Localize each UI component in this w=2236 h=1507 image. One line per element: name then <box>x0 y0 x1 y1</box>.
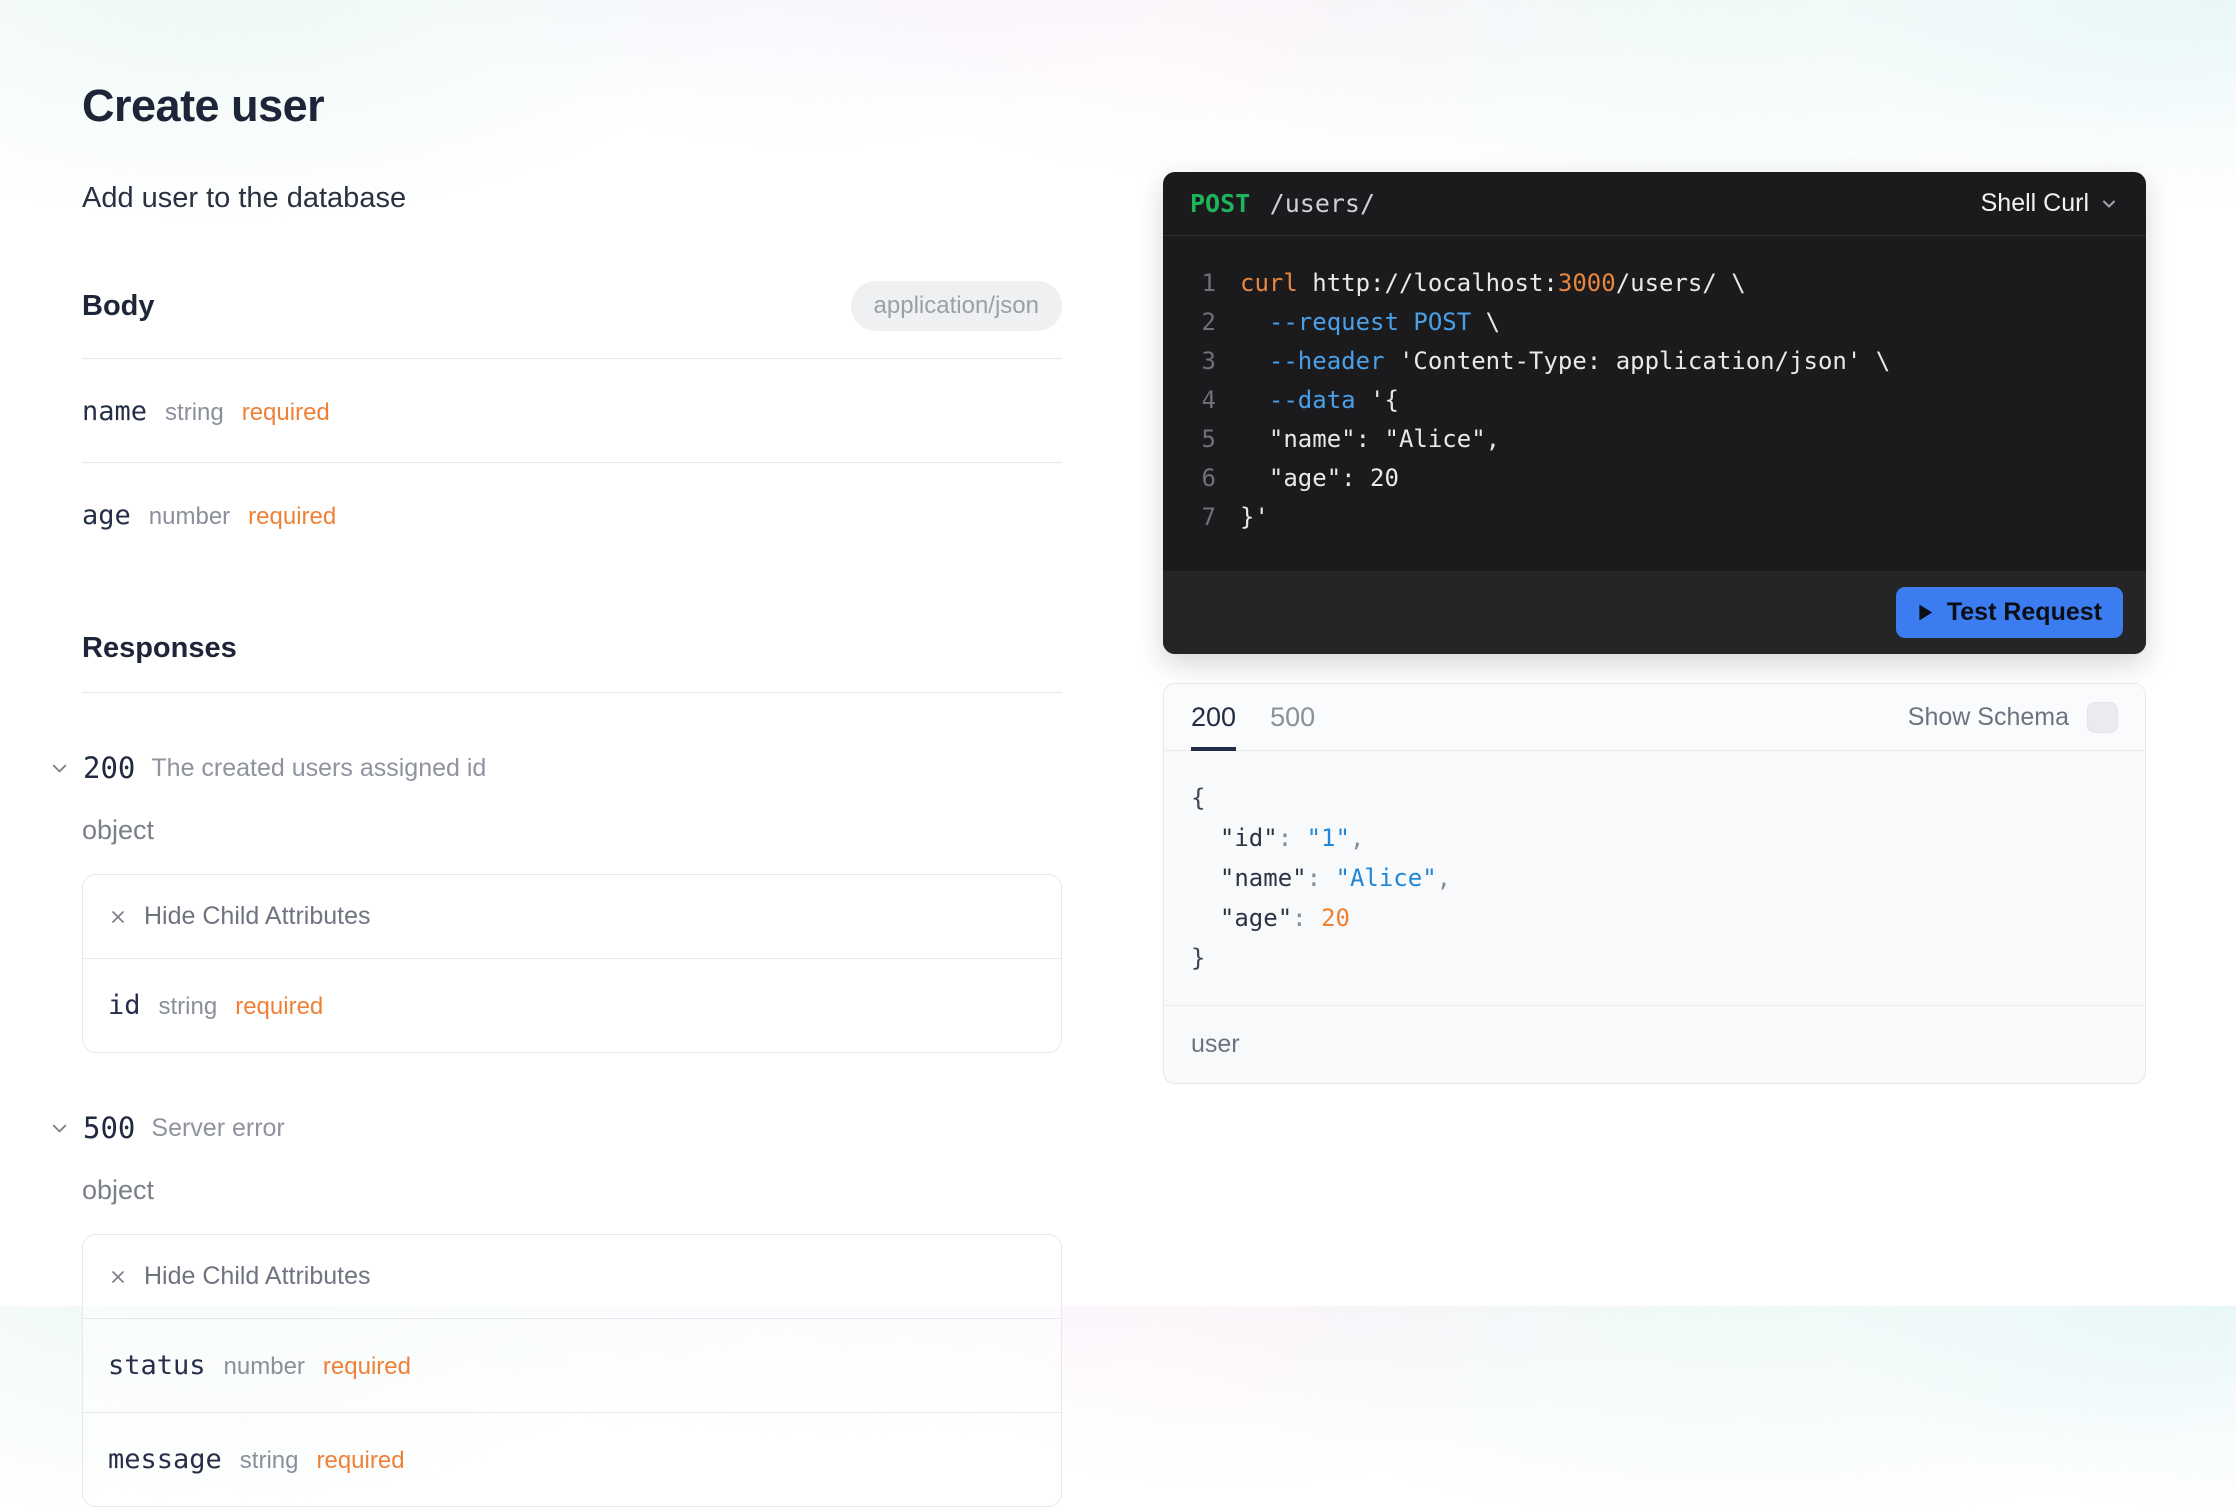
request-example-panel: POST /users/ Shell Curl 1curl http://loc… <box>1163 172 2146 654</box>
schema-field-row: message string required <box>83 1413 1061 1506</box>
responses-section-heading: Responses <box>82 632 237 665</box>
field-required-flag: required <box>323 1353 411 1381</box>
show-schema-toggle[interactable] <box>2087 702 2118 733</box>
json-line: } <box>1191 938 2118 978</box>
code-line: 1curl http://localhost:3000/users/ \ <box>1190 264 2119 303</box>
field-name: status <box>108 1350 206 1381</box>
field-required-flag: required <box>316 1447 404 1475</box>
response-example-header: 200 500 Show Schema <box>1164 684 2145 751</box>
response-code: 500 <box>83 1111 135 1145</box>
response-group-200: 200 The created users assigned id object Hi… <box>82 733 1062 1053</box>
hide-child-attributes-label: Hide Child Attributes <box>144 902 371 931</box>
json-line: { <box>1191 778 2118 818</box>
json-line: "id": "1", <box>1191 818 2118 858</box>
language-selector-label: Shell Curl <box>1981 189 2089 218</box>
chevron-down-icon <box>48 757 71 780</box>
field-type: string <box>165 399 224 427</box>
line-number: 3 <box>1190 342 1216 381</box>
show-schema-label: Show Schema <box>1908 703 2069 732</box>
body-section-heading: Body <box>82 290 155 323</box>
field-required-flag: required <box>248 503 336 531</box>
field-type: number <box>149 503 230 531</box>
field-name: id <box>108 990 141 1021</box>
json-line: "age": 20 <box>1191 898 2118 938</box>
divider <box>82 692 1062 693</box>
try-it-column: POST /users/ Shell Curl 1curl http://loc… <box>1163 172 2146 1084</box>
field-name: age <box>82 500 131 531</box>
test-request-label: Test Request <box>1947 598 2102 627</box>
json-line: "name": "Alice", <box>1191 858 2118 898</box>
hide-child-attributes-label: Hide Child Attributes <box>144 1262 371 1291</box>
code-line: 7}' <box>1190 498 2119 537</box>
content-type-badge: application/json <box>851 281 1062 331</box>
body-field-row: name string required <box>82 359 1062 463</box>
page-description: Add user to the database <box>82 182 1062 215</box>
field-type: string <box>240 1447 299 1475</box>
body-section: Body application/json name string required… <box>82 281 1062 566</box>
line-number: 7 <box>1190 498 1216 537</box>
response-tabs: 200 500 <box>1191 684 1315 750</box>
page-title: Create user <box>82 80 1062 132</box>
field-type: number <box>224 1353 305 1381</box>
attributes-box: Hide Child Attributes id string required <box>82 874 1062 1053</box>
response-example-footer: user <box>1164 1005 2145 1083</box>
response-row-200[interactable]: 200 The created users assigned id <box>82 733 1062 785</box>
play-icon <box>1917 603 1934 622</box>
code-line: 3 --header 'Content-Type: application/js… <box>1190 342 2119 381</box>
request-example-header: POST /users/ Shell Curl <box>1163 172 2146 236</box>
line-number: 1 <box>1190 264 1216 303</box>
hide-child-attributes-button[interactable]: Hide Child Attributes <box>83 875 1061 959</box>
code-line: 6 "age": 20 <box>1190 459 2119 498</box>
response-group-500: 500 Server error object Hide Child Attribut… <box>82 1093 1062 1507</box>
schema-type-label: object <box>82 815 1062 846</box>
line-number: 5 <box>1190 420 1216 459</box>
chevron-down-icon <box>2099 194 2119 214</box>
body-fields-list: name string required age number required <box>82 359 1062 566</box>
chevron-down-icon <box>48 1117 71 1140</box>
field-required-flag: required <box>242 399 330 427</box>
close-icon <box>108 1267 128 1287</box>
line-number: 4 <box>1190 381 1216 420</box>
endpoint-path: /users/ <box>1270 189 1375 218</box>
field-required-flag: required <box>235 993 323 1021</box>
tab-200[interactable]: 200 <box>1191 684 1236 750</box>
line-number: 6 <box>1190 459 1216 498</box>
response-description: The created users assigned id <box>151 754 486 783</box>
code-line: 2 --request POST \ <box>1190 303 2119 342</box>
tab-500[interactable]: 500 <box>1270 684 1315 750</box>
schema-field-row: status number required <box>83 1319 1061 1413</box>
hide-child-attributes-button[interactable]: Hide Child Attributes <box>83 1235 1061 1319</box>
response-code: 200 <box>83 751 135 785</box>
attributes-box: Hide Child Attributes status number require… <box>82 1234 1062 1507</box>
body-field-row: age number required <box>82 463 1062 566</box>
field-name: name <box>82 396 147 427</box>
responses-section: Responses 200 The created users assigned … <box>82 632 1062 1507</box>
curl-code-block: 1curl http://localhost:3000/users/ \2 --… <box>1163 236 2146 571</box>
language-selector[interactable]: Shell Curl <box>1981 189 2119 218</box>
test-request-button[interactable]: Test Request <box>1896 587 2123 638</box>
response-json-block: { "id": "1", "name": "Alice", "age": 20} <box>1164 751 2145 1005</box>
request-example-footer: Test Request <box>1163 571 2146 654</box>
schema-field-row: id string required <box>83 959 1061 1052</box>
schema-type-label: object <box>82 1175 1062 1206</box>
code-line: 5 "name": "Alice", <box>1190 420 2119 459</box>
response-description: Server error <box>151 1114 284 1143</box>
response-example-panel: 200 500 Show Schema { "id": "1", "name":… <box>1163 683 2146 1084</box>
field-name: message <box>108 1444 222 1475</box>
line-number: 2 <box>1190 303 1216 342</box>
endpoint-docs-column: Create user Add user to the database Bod… <box>82 80 1062 1507</box>
code-line: 4 --data '{ <box>1190 381 2119 420</box>
field-type: string <box>159 993 218 1021</box>
response-row-500[interactable]: 500 Server error <box>82 1093 1062 1145</box>
close-icon <box>108 907 128 927</box>
response-groups: 200 The created users assigned id object Hi… <box>82 733 1062 1507</box>
http-method-badge: POST <box>1190 189 1250 218</box>
